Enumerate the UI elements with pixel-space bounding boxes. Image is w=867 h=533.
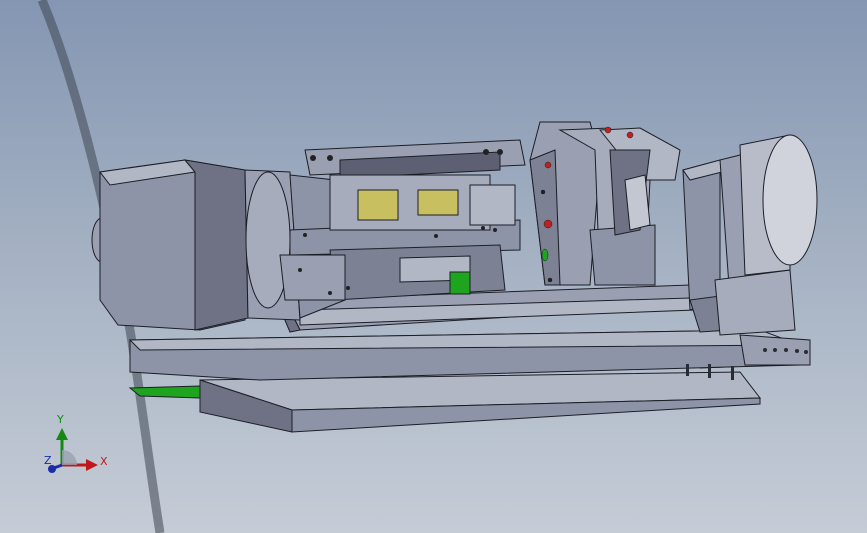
- axis-z-label: Z: [44, 454, 52, 467]
- axis-y-label: Y: [57, 413, 64, 426]
- axis-x-label: X: [100, 455, 108, 468]
- triad-origin-arc: [62, 450, 77, 465]
- cad-viewport[interactable]: X Y Z: [0, 0, 867, 533]
- axis-y-arrow: [56, 428, 68, 440]
- axis-x-arrow: [86, 459, 98, 471]
